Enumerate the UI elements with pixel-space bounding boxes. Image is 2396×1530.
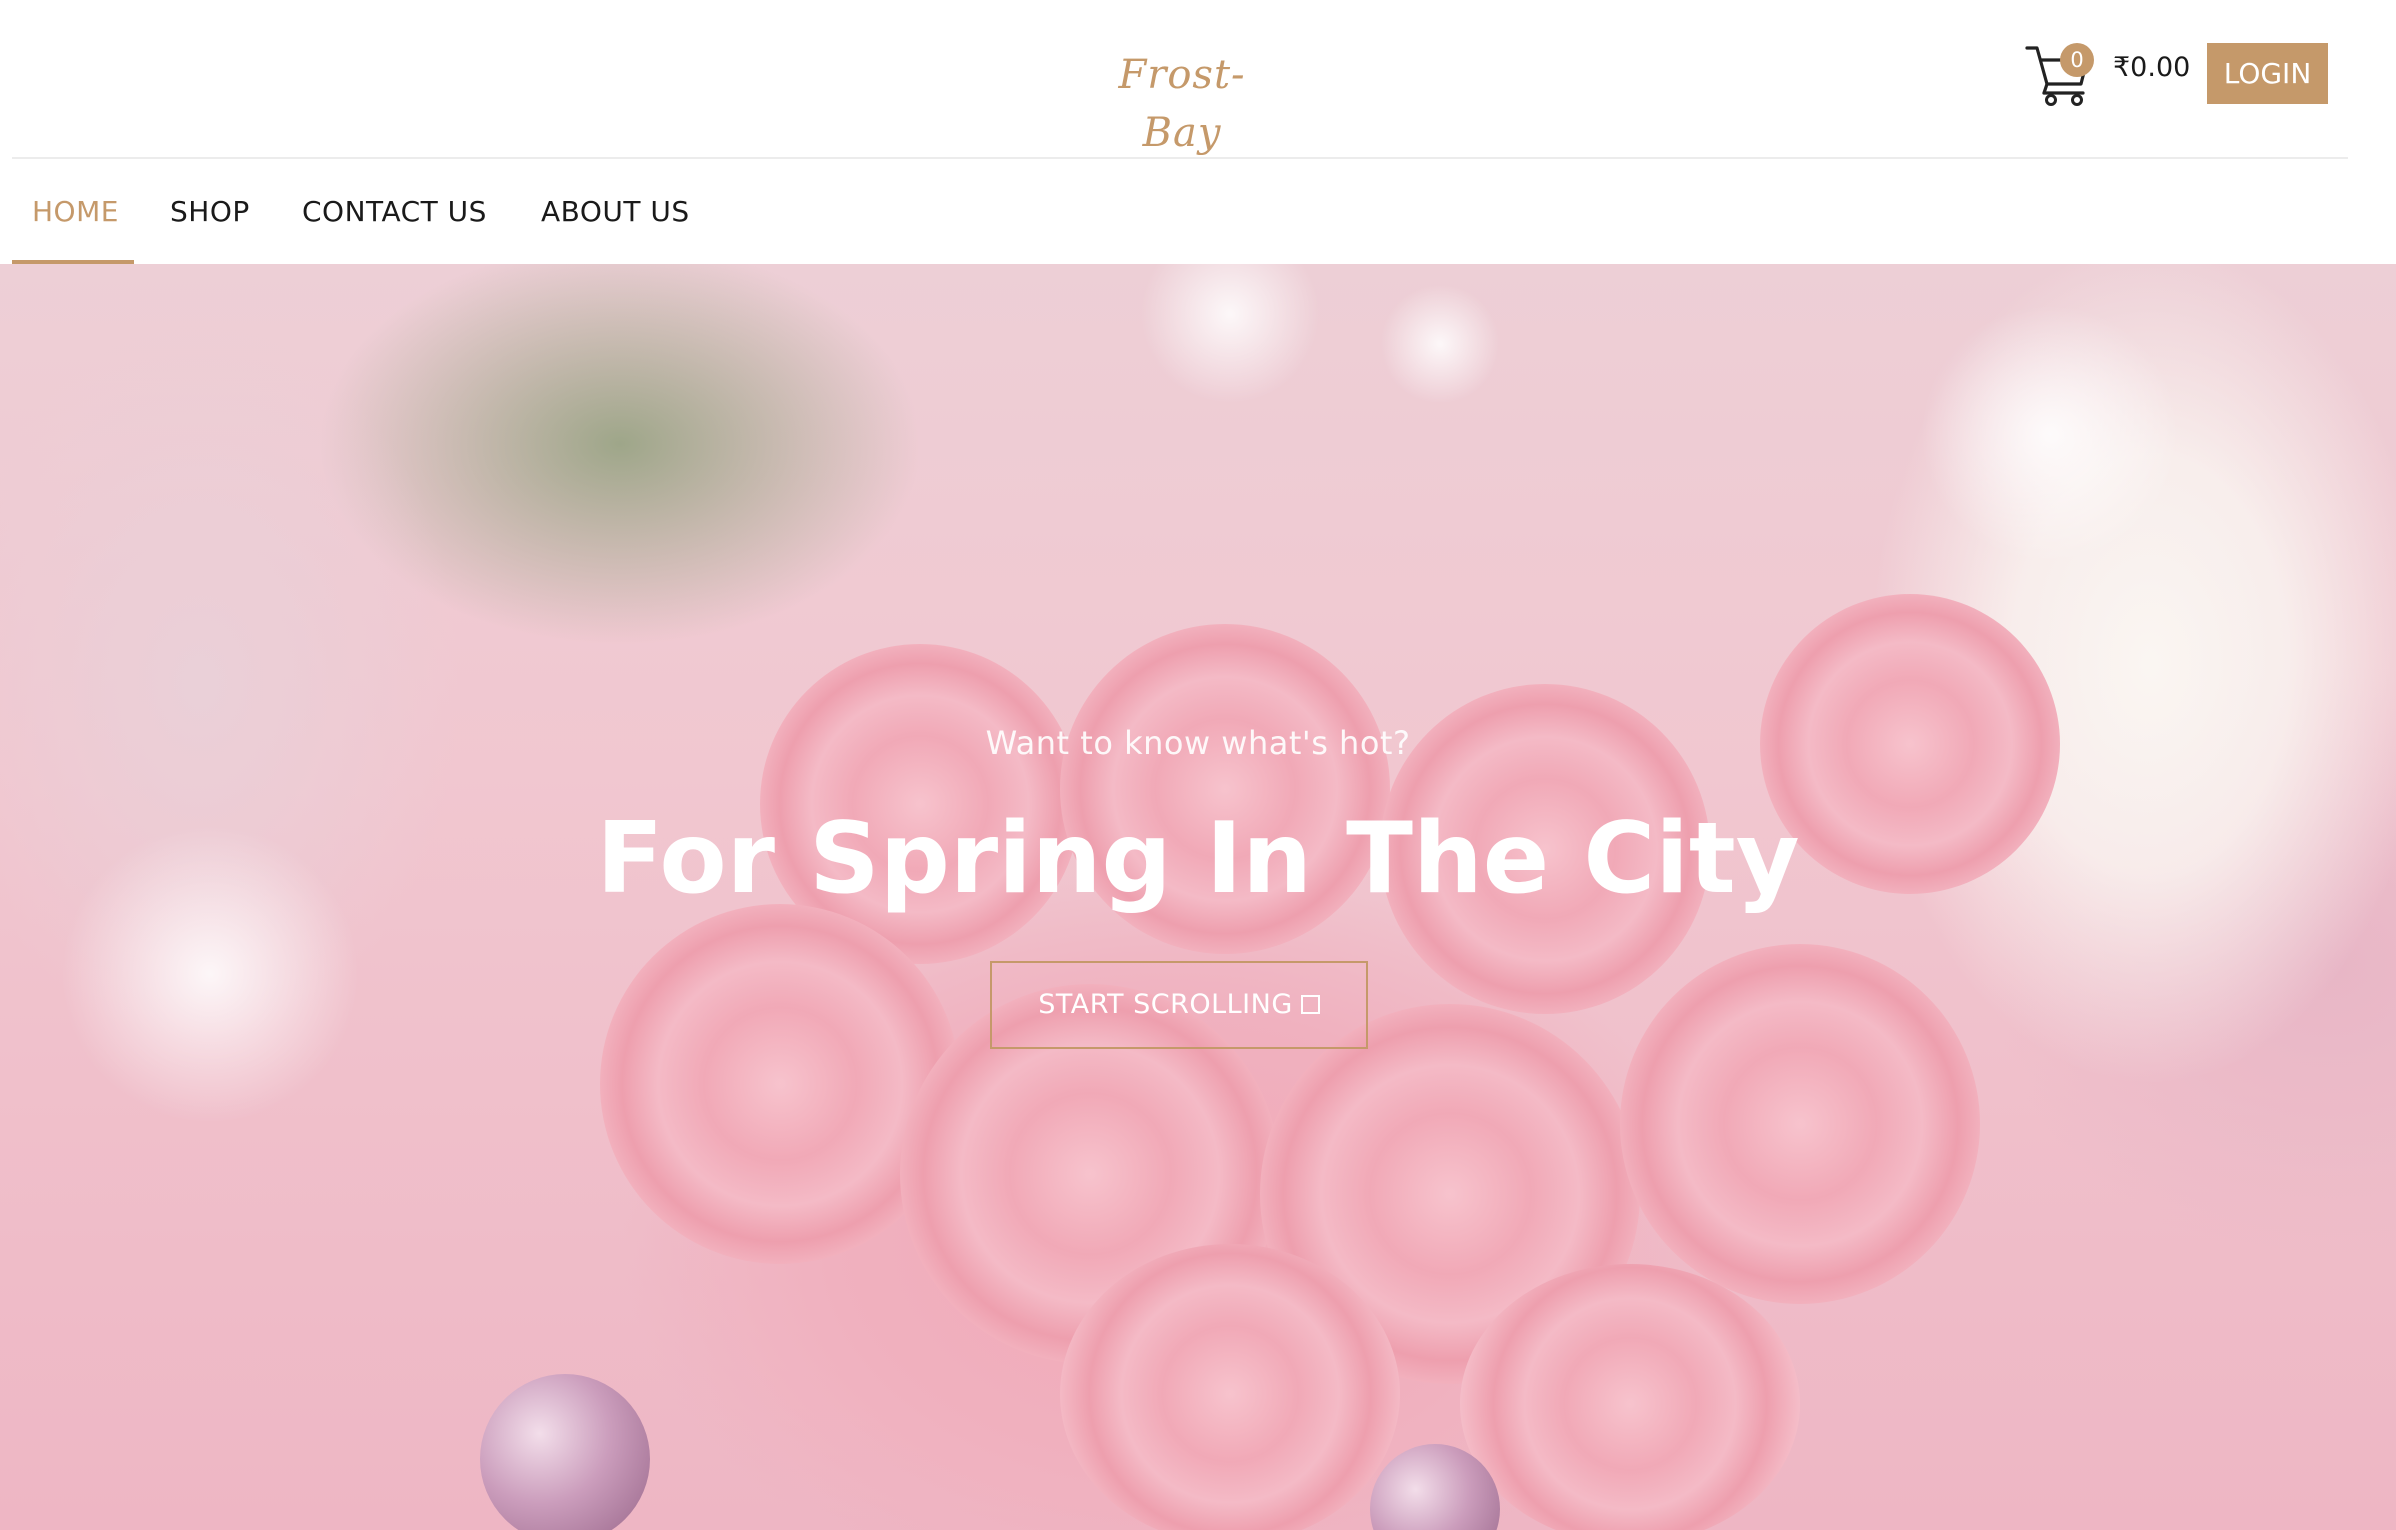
hero-rose-decoration [1060,1244,1400,1530]
hero-banner: Want to know what's hot? For Spring In T… [0,264,2396,1530]
hero-rose-decoration [1620,944,1980,1304]
nav-item-home[interactable]: HOME [32,160,119,264]
site-logo[interactable]: Frost-Bay [1097,46,1267,156]
hero-bead-decoration [480,1374,650,1530]
hero-title: For Spring In The City [596,802,1800,916]
hero-bokeh-decoration [60,824,360,1124]
nav-item-shop[interactable]: SHOP [170,160,250,264]
hero-rose-decoration [1460,1264,1800,1530]
square-icon [1300,995,1320,1014]
hero-bokeh-decoration [1380,284,1500,404]
hero-subtitle: Want to know what's hot? [985,724,1411,762]
cart-count-badge: 0 [2060,43,2094,77]
nav-item-about-us[interactable]: ABOUT US [541,160,690,264]
hero-bokeh-decoration [1140,264,1320,404]
nav-item-contact-us[interactable]: CONTACT US [302,160,487,264]
start-scrolling-button[interactable]: START SCROLLING [990,961,1368,1049]
header-divider [12,157,2348,159]
site-header: Frost-Bay 0 ₹0.00 LOGIN [0,0,2396,158]
start-scrolling-label: START SCROLLING [1038,989,1293,1020]
main-nav: HOME SHOP CONTACT US ABOUT US [12,160,2348,264]
cart-total: ₹0.00 [2113,52,2191,83]
login-button[interactable]: LOGIN [2207,43,2328,104]
hero-bokeh-decoration [1920,304,2180,564]
